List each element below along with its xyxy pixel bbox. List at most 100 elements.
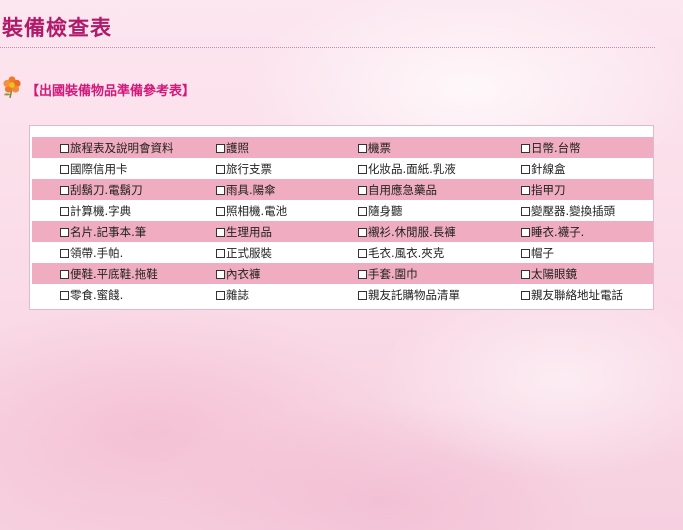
checklist-item-label: 護照 [226,140,249,155]
checklist-row: 刮鬍刀.電鬍刀 雨具.陽傘 自用應急藥品 指甲刀 [32,179,653,200]
checkbox-icon[interactable] [521,164,530,174]
checkbox-icon[interactable] [216,248,225,258]
checkbox-icon[interactable] [216,185,225,195]
checklist-item[interactable]: 計算機.字典 [32,200,216,221]
checklist-item-label: 名片.記事本.筆 [70,224,147,239]
checkbox-icon[interactable] [358,227,367,237]
checkbox-icon[interactable] [60,143,69,153]
checklist-item-label: 針線盒 [531,161,566,176]
checklist-item[interactable]: 手套.圍巾 [358,263,521,284]
checklist-item[interactable]: 自用應急藥品 [358,179,521,200]
checkbox-icon[interactable] [521,248,530,258]
checkbox-icon[interactable] [358,248,367,258]
checklist-item[interactable]: 零食.蜜餞. [32,284,216,305]
checkbox-icon[interactable] [358,185,367,195]
checklist-item[interactable]: 指甲刀 [521,179,653,200]
checkbox-icon[interactable] [216,290,225,300]
checklist-row: 旅程表及說明會資料 護照 機票 日幣.台幣 [32,137,653,158]
checkbox-icon[interactable] [521,185,530,195]
checklist-item[interactable]: 毛衣.風衣.夾克 [358,242,521,263]
checklist-item-label: 內衣褲 [226,266,261,281]
checklist-row: 國際信用卡 旅行支票 化妝品.面紙.乳液 針線盒 [32,158,653,179]
checklist-item[interactable]: 機票 [358,137,521,158]
checklist-item-label: 帽子 [531,245,554,260]
checklist-item[interactable]: 照相機.電池 [216,200,358,221]
checkbox-icon[interactable] [60,269,69,279]
checkbox-icon[interactable] [60,185,69,195]
checkbox-icon[interactable] [60,290,69,300]
checklist-item-label: 日幣.台幣 [531,140,581,155]
checkbox-icon[interactable] [521,290,530,300]
checklist-item[interactable]: 隨身聽 [358,200,521,221]
checkbox-icon[interactable] [358,290,367,300]
checklist-item[interactable]: 太陽眼鏡 [521,263,653,284]
checklist-table: 旅程表及說明會資料 護照 機票 日幣.台幣國際信用卡 旅行支票 化妝品.面紙.乳液 針線盒刮… [32,137,653,305]
checkbox-icon[interactable] [216,206,225,216]
page-title: 裝備檢查表 [2,16,112,40]
checkbox-icon[interactable] [60,248,69,258]
checklist-item[interactable]: 護照 [216,137,358,158]
checklist-item[interactable]: 名片.記事本.筆 [32,221,216,242]
checklist-item-label: 毛衣.風衣.夾克 [368,245,445,260]
checklist-item[interactable]: 親友託購物品清單 [358,284,521,305]
checkbox-icon[interactable] [521,227,530,237]
checklist-item[interactable]: 正式服裝 [216,242,358,263]
checklist-item[interactable]: 雨具.陽傘 [216,179,358,200]
checklist-item[interactable]: 針線盒 [521,158,653,179]
checklist-item[interactable]: 旅程表及說明會資料 [32,137,216,158]
checklist-item[interactable]: 化妝品.面紙.乳液 [358,158,521,179]
checkbox-icon[interactable] [358,269,367,279]
checklist-item-label: 零食.蜜餞. [70,287,124,302]
title-divider [0,47,655,48]
checklist-item[interactable]: 雜誌 [216,284,358,305]
checkbox-icon[interactable] [358,143,367,153]
checklist-item-label: 變壓器.變換插頭 [531,203,616,218]
checklist-item-label: 生理用品 [226,224,272,239]
checklist-item-label: 睡衣.襪子. [531,224,585,239]
checklist-item[interactable]: 日幣.台幣 [521,137,653,158]
checklist-row: 便鞋.平底鞋.拖鞋 內衣褲 手套.圍巾 太陽眼鏡 [32,263,653,284]
checkbox-icon[interactable] [521,206,530,216]
checklist-item[interactable]: 內衣褲 [216,263,358,284]
checklist-item-label: 正式服裝 [226,245,272,260]
checklist-row: 名片.記事本.筆 生理用品 襯衫.休閒服.長褲 睡衣.襪子. [32,221,653,242]
checklist-item[interactable]: 變壓器.變換插頭 [521,200,653,221]
checkbox-icon[interactable] [358,164,367,174]
checklist-item[interactable]: 生理用品 [216,221,358,242]
checklist-item-label: 旅行支票 [226,161,272,176]
checkbox-icon[interactable] [521,143,530,153]
checklist-item-label: 領帶.手帕. [70,245,124,260]
checklist-item[interactable]: 親友聯絡地址電話 [521,284,653,305]
checklist-item[interactable]: 領帶.手帕. [32,242,216,263]
checklist-item[interactable]: 國際信用卡 [32,158,216,179]
checklist-item[interactable]: 便鞋.平底鞋.拖鞋 [32,263,216,284]
checkbox-icon[interactable] [521,269,530,279]
checklist-item-label: 親友聯絡地址電話 [531,287,623,302]
checklist-item-label: 便鞋.平底鞋.拖鞋 [70,266,158,281]
checkbox-icon[interactable] [358,206,367,216]
checklist-item-label: 照相機.電池 [226,203,288,218]
checklist-row: 領帶.手帕. 正式服裝 毛衣.風衣.夾克 帽子 [32,242,653,263]
checkbox-icon[interactable] [60,164,69,174]
checkbox-icon[interactable] [216,164,225,174]
checklist-item[interactable]: 睡衣.襪子. [521,221,653,242]
checklist-item-label: 雨具.陽傘 [226,182,276,197]
checklist-panel: 旅程表及說明會資料 護照 機票 日幣.台幣國際信用卡 旅行支票 化妝品.面紙.乳液 針線盒刮… [29,125,654,310]
checkbox-icon[interactable] [216,269,225,279]
checkbox-icon[interactable] [60,206,69,216]
checkbox-icon[interactable] [60,227,69,237]
checklist-item[interactable]: 刮鬍刀.電鬍刀 [32,179,216,200]
flower-icon [3,76,21,99]
checklist-item-label: 隨身聽 [368,203,403,218]
checklist-item-label: 自用應急藥品 [368,182,437,197]
checklist-item[interactable]: 襯衫.休閒服.長褲 [358,221,521,242]
section-heading: 【出國裝備物品準備參考表】 [26,84,196,99]
checkbox-icon[interactable] [216,143,225,153]
checklist-item[interactable]: 帽子 [521,242,653,263]
checklist-item[interactable]: 旅行支票 [216,158,358,179]
checklist-body: 旅程表及說明會資料 護照 機票 日幣.台幣國際信用卡 旅行支票 化妝品.面紙.乳液 針線盒刮… [32,137,653,305]
checklist-row: 計算機.字典 照相機.電池 隨身聽 變壓器.變換插頭 [32,200,653,221]
checklist-item-label: 刮鬍刀.電鬍刀 [70,182,143,197]
checklist-item-label: 指甲刀 [531,182,566,197]
checkbox-icon[interactable] [216,227,225,237]
